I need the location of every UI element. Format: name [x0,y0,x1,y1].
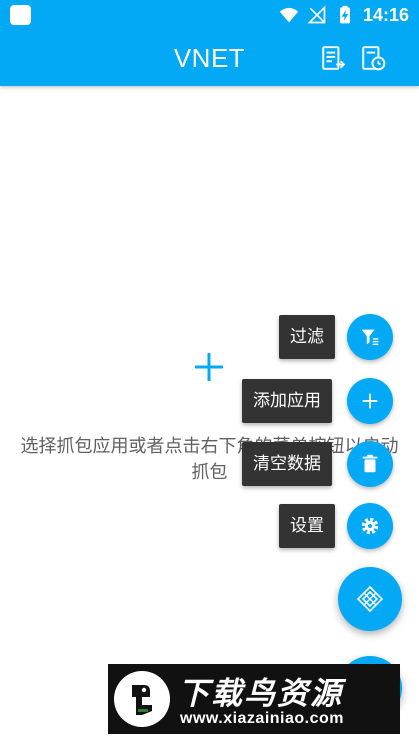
status-bar: 14:16 [0,0,419,30]
settings-label[interactable]: 设置 [279,504,335,548]
app-title: VNET [173,43,246,73]
history-icon [362,46,386,71]
clock: 14:16 [362,4,409,25]
export-log-button[interactable] [320,45,346,71]
add-app-button[interactable] [347,378,393,424]
app-bar: VNET [0,30,419,86]
wifi-icon [279,7,299,23]
speed-dial-toggle-button[interactable] [338,567,402,631]
filter-label[interactable]: 过滤 [279,315,335,359]
plus-icon [362,393,378,409]
watermark-logo [114,671,170,727]
settings-button[interactable] [347,503,393,549]
bird-logo-icon [132,685,152,715]
watermark-banner: 下载鸟资源 www.xiazainiao.com [108,664,400,734]
clear-data-label[interactable]: 清空数据 [242,442,332,486]
no-signal-icon [307,5,326,24]
filter-button[interactable] [347,314,393,360]
watermark-url: www.xiazainiao.com [180,710,345,727]
history-button[interactable] [360,45,386,71]
diamond-icon [356,585,384,613]
empty-state-message: 选择抓包应用或者点击右下角的菜单按钮以启动抓包 [20,436,399,483]
trash-icon [362,454,378,473]
export-log-icon [322,46,346,70]
battery-charging-icon [339,5,350,24]
gear-icon [361,517,379,535]
add-app-plus-icon[interactable] [192,350,226,384]
filter-icon [361,329,379,346]
status-icons: 14:16 [279,0,409,30]
clear-data-button[interactable] [347,441,393,487]
watermark-title: 下载鸟资源 [178,676,343,712]
add-app-label[interactable]: 添加应用 [242,379,332,423]
notification-icon [10,5,31,25]
